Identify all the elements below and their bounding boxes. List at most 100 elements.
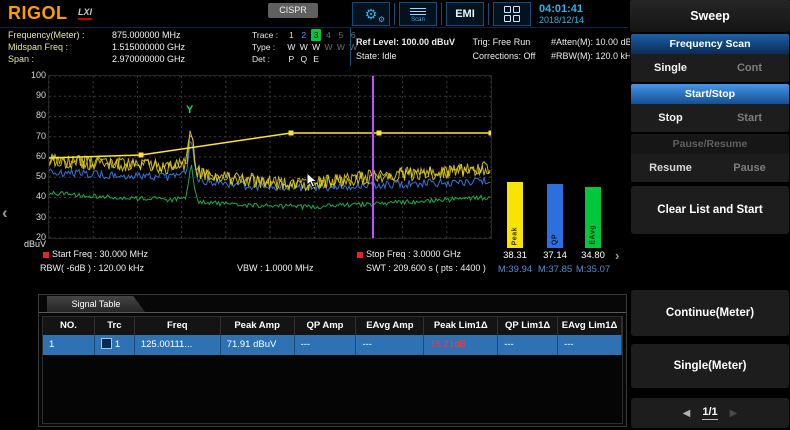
peak-bar-label: Peak: [512, 227, 519, 245]
collapse-right-chevron[interactable]: ›: [615, 248, 619, 263]
emi-mode-button[interactable]: EMI: [446, 2, 484, 26]
trace-label: Trace :: [252, 29, 284, 41]
trace-type: W: [286, 41, 296, 53]
eavg-meter-bar: EAvg: [585, 187, 601, 248]
eavg-bar-label: EAvg: [590, 225, 597, 245]
trace-type: W: [311, 41, 321, 53]
topbar-icons: ⚙ ⚙ Scan EMI 04:01:41 2018/12/14: [352, 1, 584, 27]
section-start-stop: Start/Stop: [631, 84, 789, 104]
page-nav: ◀ 1/1 ▶: [631, 398, 789, 428]
single-meter-button[interactable]: Single(Meter): [631, 344, 789, 388]
y-tick: 60: [24, 151, 46, 161]
cell-peak-amp: 71.91 dBuV: [221, 335, 295, 355]
scan-button[interactable]: Scan: [399, 2, 437, 26]
divider: [441, 3, 442, 25]
page-prev-icon[interactable]: ◀: [683, 408, 691, 419]
col-qp-lim: QP Lim1Δ: [498, 317, 558, 335]
cell-no: 1: [43, 335, 95, 355]
single-button[interactable]: Single: [631, 54, 710, 82]
signal-table-tabstrip: Signal Table: [39, 295, 626, 313]
gear-small-icon: ⚙: [378, 16, 385, 24]
page-next-icon[interactable]: ▶: [730, 408, 738, 419]
peak-meter-value: 38.31: [493, 250, 537, 261]
emi-analyzer-screen: RIGOL LXI CISPR ⚙ ⚙ Scan EMI 04:01:41: [0, 0, 790, 430]
trace-2[interactable]: 2: [299, 29, 309, 41]
ref-level: Ref Level: 100.00 dBuV: [356, 35, 470, 49]
clear-list-and-start-button[interactable]: Clear List and Start: [631, 186, 789, 234]
col-trc: Trc: [95, 317, 135, 335]
top-bar: RIGOL LXI CISPR ⚙ ⚙ Scan EMI 04:01:41: [0, 0, 628, 28]
frequency-meter-value: 875.000000 MHz: [112, 30, 181, 40]
corrections-status: Corrections: Off: [473, 49, 549, 63]
spectrum-plot: [48, 75, 492, 239]
peak-meter-bar: Peak: [507, 182, 523, 248]
gear-icon: ⚙: [365, 7, 378, 21]
y-tick: 90: [24, 90, 46, 100]
frequency-meter-label: Frequency(Meter) :: [8, 29, 112, 41]
start-button[interactable]: Start: [710, 104, 789, 132]
pause-resume-toggle: Resume Pause: [631, 154, 789, 182]
status-block: Ref Level: 100.00 dBuV Trig: Free Run #A…: [356, 35, 636, 63]
pause-button[interactable]: Pause: [710, 154, 789, 182]
y-tick: 40: [24, 191, 46, 201]
y-axis-unit: dBuV: [22, 239, 46, 249]
resume-button[interactable]: Resume: [631, 154, 710, 182]
trigger-status: Trig: Free Run: [473, 35, 549, 49]
type-label: Type :: [252, 41, 284, 53]
trace-type: W: [299, 41, 309, 53]
signal-table-tab[interactable]: Signal Table: [47, 296, 145, 312]
system-settings-button[interactable]: ⚙ ⚙: [352, 2, 390, 26]
cell-qp-amp: ---: [295, 335, 357, 355]
peak-marker: Y: [186, 105, 193, 116]
trace-legend: Trace : 1 2 3 4 5 6 Type : W W W W W W D…: [252, 29, 358, 65]
stop-button[interactable]: Stop: [631, 104, 710, 132]
swt-info: SWT : 209.600 s ( pts : 4400 ): [366, 263, 486, 273]
trace-4[interactable]: 4: [324, 29, 334, 41]
collapse-left-chevron[interactable]: ‹: [2, 203, 8, 223]
y-tick: 70: [24, 131, 46, 141]
checkbox-icon[interactable]: [101, 338, 112, 349]
y-tick: 80: [24, 110, 46, 120]
y-tick: 100: [24, 70, 46, 80]
continue-meter-button[interactable]: Continue(Meter): [631, 290, 789, 336]
peak-meter-max: M:39.94: [493, 264, 537, 275]
scan-icon: [410, 6, 426, 17]
midspan-freq-label: Midspan Freq :: [8, 41, 112, 53]
signal-table-panel: Signal Table NO. Trc Freq Peak Amp QP Am…: [38, 294, 627, 427]
trace-5[interactable]: 5: [336, 29, 346, 41]
col-eavg-amp: EAvg Amp: [356, 317, 424, 335]
trace-1[interactable]: 1: [286, 29, 296, 41]
col-eavg-lim: EAvg Lim1Δ: [558, 317, 622, 335]
cell-eavg-amp: ---: [356, 335, 424, 355]
vbw-info: VBW : 1.0000 MHz: [237, 263, 314, 273]
cell-freq: 125.00111...: [135, 335, 221, 355]
start-stop-toggle: Stop Start: [631, 104, 789, 132]
signal-table: NO. Trc Freq Peak Amp QP Amp EAvg Amp Pe…: [42, 316, 623, 424]
trace-type: W: [324, 41, 334, 53]
trace-3-selected[interactable]: 3: [311, 29, 321, 41]
table-row[interactable]: 1 1 125.00111... 71.91 dBuV --- --- 16.2…: [43, 335, 622, 355]
cell-eavg-lim: ---: [558, 335, 622, 355]
cell-trc-value: 1: [115, 339, 120, 350]
clock: 04:01:41 2018/12/14: [539, 3, 584, 26]
divider: [488, 3, 489, 25]
table-empty-area: [43, 355, 622, 423]
section-frequency-scan: Frequency Scan: [631, 34, 789, 54]
emi-label: EMI: [455, 8, 475, 20]
y-tick: 50: [24, 171, 46, 181]
col-no: NO.: [43, 317, 95, 335]
frequency-scan-toggle: Single Cont: [631, 54, 789, 82]
trace-det: E: [311, 53, 321, 65]
signal-table-header: NO. Trc Freq Peak Amp QP Amp EAvg Amp Pe…: [43, 317, 622, 335]
grid-icon: [504, 6, 520, 22]
page-indicator: 1/1: [702, 406, 717, 420]
qp-bar-label: QP: [552, 234, 559, 245]
scan-label: Scan: [411, 17, 425, 23]
mouse-cursor-icon: [306, 172, 320, 190]
rbw-info: RBW( -6dB ) : 120.00 kHz: [40, 263, 144, 273]
atten-status: #Atten(M): 10.00 dB: [551, 37, 632, 47]
cont-button[interactable]: Cont: [710, 54, 789, 82]
display-layout-button[interactable]: [493, 2, 531, 26]
trace-type: W: [336, 41, 346, 53]
date-text: 2018/12/14: [539, 15, 584, 25]
